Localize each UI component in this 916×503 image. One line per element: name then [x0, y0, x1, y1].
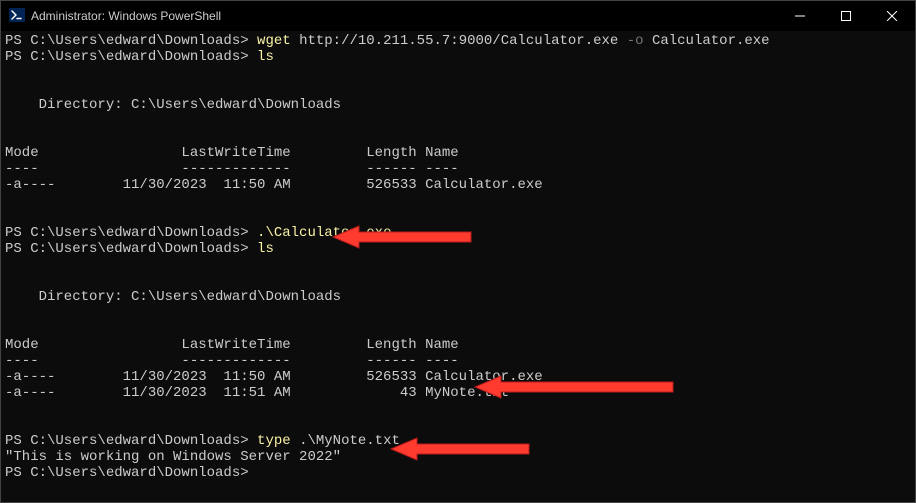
- titlebar[interactable]: Administrator: Windows PowerShell: [1, 1, 915, 31]
- close-button[interactable]: [869, 1, 915, 31]
- prompt: PS C:\Users\edward\Downloads>: [5, 465, 249, 481]
- prompt: PS C:\Users\edward\Downloads>: [5, 241, 249, 257]
- prompt: PS C:\Users\edward\Downloads>: [5, 49, 249, 65]
- table-row: -a---- 11/30/2023 11:50 AM 526533 Calcul…: [5, 369, 543, 385]
- wget-out: Calculator.exe: [652, 33, 770, 49]
- cmd-wget: wget: [257, 33, 291, 49]
- prompt: PS C:\Users\edward\Downloads>: [5, 225, 249, 241]
- powershell-icon: [9, 7, 25, 26]
- cmd-ls: ls: [257, 49, 274, 65]
- table-divider: ---- ------------- ------ ----: [5, 161, 459, 177]
- titlebar-left: Administrator: Windows PowerShell: [1, 7, 221, 26]
- directory-header: Directory: C:\Users\edward\Downloads: [5, 289, 341, 305]
- powershell-window: Administrator: Windows PowerShell PS C:\…: [0, 0, 916, 503]
- cmd-run-calc: .\Calculator.exe: [257, 225, 391, 241]
- table-divider: ---- ------------- ------ ----: [5, 353, 459, 369]
- maximize-button[interactable]: [823, 1, 869, 31]
- wget-flag: -o: [627, 33, 644, 49]
- wget-url: http://10.211.55.7:9000/Calculator.exe: [299, 33, 618, 49]
- terminal-output[interactable]: PS C:\Users\edward\Downloads> wget http:…: [1, 31, 915, 502]
- minimize-button[interactable]: [777, 1, 823, 31]
- prompt: PS C:\Users\edward\Downloads>: [5, 433, 249, 449]
- cmd-ls: ls: [257, 241, 274, 257]
- table-row: -a---- 11/30/2023 11:50 AM 526533 Calcul…: [5, 177, 543, 193]
- type-arg: .\MyNote.txt: [299, 433, 400, 449]
- table-row: -a---- 11/30/2023 11:51 AM 43 MyNote.txt: [5, 385, 509, 401]
- window-controls: [777, 1, 915, 31]
- table-header: Mode LastWriteTime Length Name: [5, 337, 459, 353]
- prompt: PS C:\Users\edward\Downloads>: [5, 33, 249, 49]
- cmd-type: type: [257, 433, 291, 449]
- file-content: "This is working on Windows Server 2022": [5, 449, 341, 465]
- directory-header: Directory: C:\Users\edward\Downloads: [5, 97, 341, 113]
- table-header: Mode LastWriteTime Length Name: [5, 145, 459, 161]
- annotation-arrow: [389, 434, 533, 464]
- window-title: Administrator: Windows PowerShell: [31, 9, 221, 23]
